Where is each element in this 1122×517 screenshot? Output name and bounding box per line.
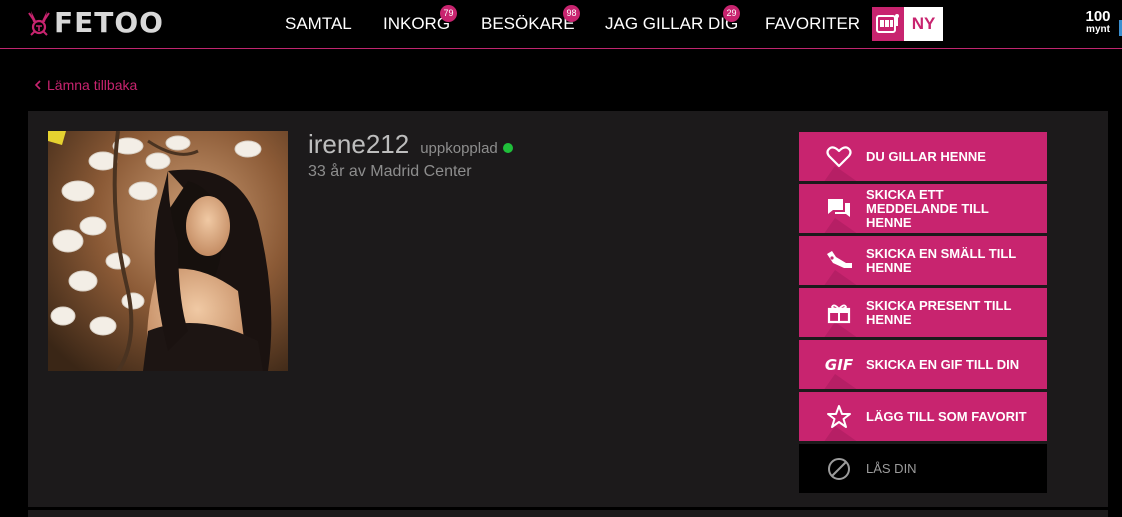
top-header: FETOO SAMTAL INKORG 79 BESÖKARE 98 JAG G… [0, 0, 1122, 49]
profile-photo[interactable] [48, 131, 288, 371]
heart-outline-icon [821, 132, 857, 181]
nav-item-samtal[interactable]: SAMTAL [285, 14, 352, 34]
star-outline-icon [821, 392, 857, 441]
send-smack-button[interactable]: SKICKA EN SMÄLL TILL HENNE [799, 236, 1047, 285]
inkorg-count-badge: 79 [440, 5, 457, 22]
logo-text: FETOO [54, 6, 164, 39]
add-favorite-button[interactable]: LÄGG TILL SOM FAVORIT [799, 392, 1047, 441]
nav-item-label: FAVORITER [765, 14, 861, 33]
nav-item-label: BESÖKARE [481, 14, 575, 33]
send-message-button[interactable]: SKICKA ETT MEDDELANDE TILL HENNE [799, 184, 1047, 233]
online-dot-icon [502, 143, 513, 153]
send-gif-button[interactable]: GIF SKICKA EN GIF TILL DIN [799, 340, 1047, 389]
profile-username: irene212 [308, 129, 410, 159]
action-label: SKICKA EN GIF TILL DIN [866, 356, 1020, 372]
action-label: SKICKA PRESENT TILL HENNE [866, 297, 1012, 327]
coin-amount: 100 [1085, 8, 1111, 25]
profile-photo-image [48, 131, 288, 371]
nav-item-besokare[interactable]: BESÖKARE 98 [481, 5, 580, 34]
jag-gillar-dig-count-badge: 29 [723, 5, 740, 22]
online-status-text: uppkopplad [420, 140, 498, 157]
nav-item-inkorg[interactable]: INKORG 79 [383, 5, 457, 34]
slot-machine-icon [872, 7, 904, 41]
coin-unit: mynt [1086, 24, 1110, 35]
besokare-count-badge: 98 [563, 5, 580, 22]
action-label: LÄGG TILL SOM FAVORIT [866, 408, 1027, 424]
bottle-icon [821, 236, 857, 285]
nav-item-favoriter[interactable]: FAVORITER [765, 14, 860, 34]
nav-item-label: JAG GILLAR DIG [605, 14, 739, 33]
back-link-label: Lämna tillbaka [47, 77, 138, 93]
profile-actions: DU GILLAR HENNE SKICKA ETT MEDDELANDE TI… [799, 132, 1047, 496]
gif-icon-text: GIF [824, 355, 854, 374]
new-games-button[interactable]: NY [872, 7, 943, 41]
logo[interactable]: FETOO [27, 9, 164, 37]
bunny-logo-icon [28, 11, 50, 36]
profile-info: 33 år av Madrid Center [308, 163, 472, 180]
chat-bubbles-icon [821, 184, 857, 233]
new-label: NY [911, 14, 936, 33]
block-button[interactable]: LÅS DIN [799, 444, 1047, 493]
action-label: LÅS DIN [866, 460, 917, 476]
gift-icon [821, 288, 857, 337]
action-label: SKICKA ETT MEDDELANDE TILL HENNE [866, 186, 989, 230]
action-label: DU GILLAR HENNE [866, 148, 986, 164]
profile-name-row: irene212 uppkopplad [308, 129, 513, 160]
online-status: uppkopplad [420, 140, 513, 157]
like-her-button[interactable]: DU GILLAR HENNE [799, 132, 1047, 181]
block-icon [821, 444, 857, 493]
chevron-left-icon [34, 80, 41, 90]
nav-item-jag-gillar-dig[interactable]: JAG GILLAR DIG 29 [605, 5, 740, 34]
coin-balance[interactable]: 100 mynt [1084, 9, 1112, 35]
send-gift-button[interactable]: SKICKA PRESENT TILL HENNE [799, 288, 1047, 337]
action-label: SKICKA EN SMÄLL TILL HENNE [866, 245, 1016, 275]
nav-item-label: SAMTAL [285, 14, 352, 33]
back-link[interactable]: Lämna tillbaka [34, 77, 137, 93]
panel-footer-strip [28, 510, 1108, 517]
profile-panel: irene212 uppkopplad 33 år av Madrid Cent… [28, 111, 1108, 507]
gif-icon: GIF [821, 340, 857, 389]
